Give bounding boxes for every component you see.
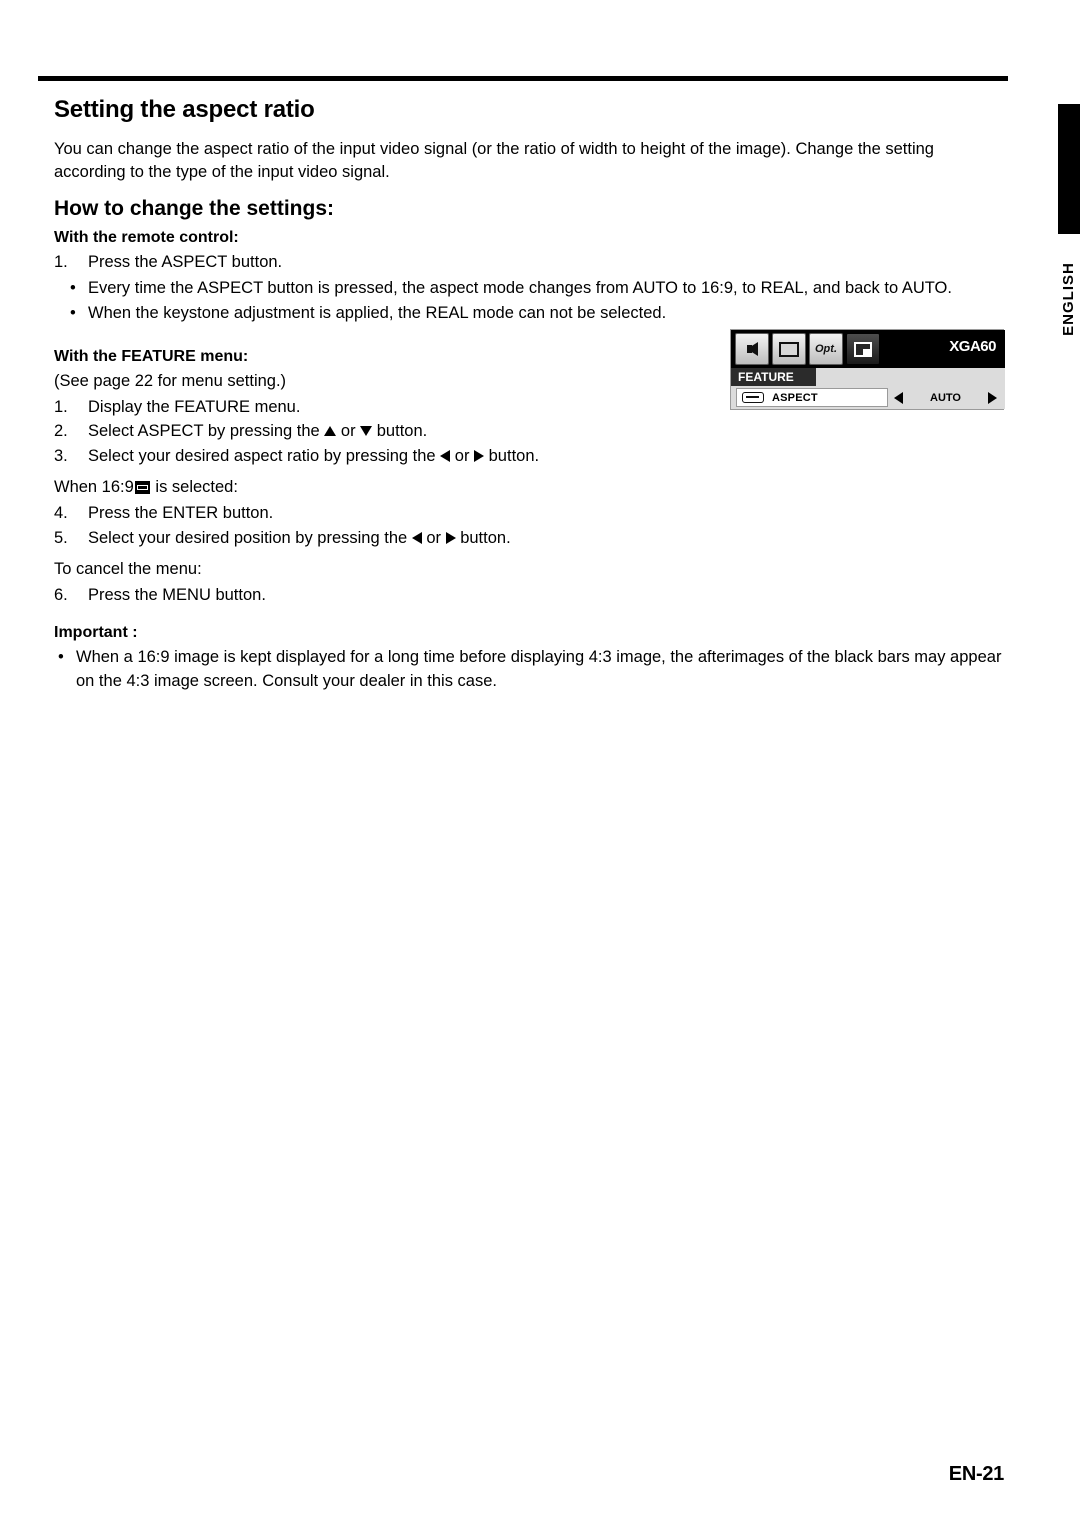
list-item: 4. Press the ENTER button. xyxy=(54,502,1004,526)
remote-control-heading: With the remote control: xyxy=(54,228,239,246)
step-text-mid: or xyxy=(421,529,446,548)
when-169-line: When 16:9 is selected: xyxy=(54,476,1004,500)
osd-toolbar: Opt. XGA60 xyxy=(731,330,1005,368)
list-item: 6. Press the MENU button. xyxy=(54,584,1004,608)
down-arrow-icon xyxy=(360,426,373,437)
left-arrow-icon xyxy=(440,450,451,463)
list-item: 5. Select your desired position by press… xyxy=(54,527,1004,551)
section-subtitle: How to change the settings: xyxy=(54,196,335,220)
language-tab-label: ENGLISH xyxy=(1060,262,1077,336)
osd-aspect-value: AUTO xyxy=(930,391,961,404)
step-number: 2. xyxy=(54,422,68,441)
step-text-before: Select ASPECT by pressing the xyxy=(88,422,325,441)
feature-icon[interactable] xyxy=(846,333,880,365)
osd-signal-label: XGA60 xyxy=(949,338,996,355)
osd-title-row: FEATURE xyxy=(731,368,1005,386)
step-number: 3. xyxy=(54,447,68,466)
manual-page: ENGLISH Setting the aspect ratio You can… xyxy=(0,0,1080,1528)
feature-steps-list-2: 4. Press the ENTER button. 5. Select you… xyxy=(54,502,1004,551)
step-text-mid: or xyxy=(450,447,475,466)
aspect-169-icon xyxy=(134,481,150,495)
step-number: 1. xyxy=(54,252,68,271)
intro-paragraph: You can change the aspect ratio of the i… xyxy=(54,140,934,182)
list-item: 2. Select ASPECT by pressing the or butt… xyxy=(54,420,1004,444)
aspect-icon xyxy=(742,392,764,403)
osd-icon-group: Opt. xyxy=(735,333,880,365)
important-heading: Important : xyxy=(54,623,138,641)
step-text: Press the ENTER button. xyxy=(88,504,274,523)
list-item: 1. Press the ASPECT button. xyxy=(54,251,1004,275)
right-arrow-icon xyxy=(445,531,456,544)
opt-icon-label: Opt. xyxy=(815,343,837,355)
step-number: 4. xyxy=(54,504,68,523)
osd-aspect-value-wrap: AUTO xyxy=(888,391,1005,404)
osd-menu-mock: Opt. XGA60 FEATURE ASPECT AUTO xyxy=(730,329,1005,410)
opt-icon[interactable]: Opt. xyxy=(809,333,843,365)
left-arrow-icon[interactable] xyxy=(894,391,903,404)
page-title: Setting the aspect ratio xyxy=(54,96,315,123)
step-text-mid: or xyxy=(336,422,361,441)
step-number: 6. xyxy=(54,585,68,604)
step-text-after: button. xyxy=(455,529,511,548)
list-item: 3. Select your desired aspect ratio by p… xyxy=(54,445,1004,469)
osd-aspect-label: ASPECT xyxy=(772,391,818,404)
step-text-after: button. xyxy=(372,422,428,441)
step-text-before: Select your desired aspect ratio by pres… xyxy=(88,447,441,466)
remote-bullets-list: Every time the ASPECT button is pressed,… xyxy=(54,277,1004,326)
language-tab-bar xyxy=(1058,104,1080,234)
when-169-before: When 16:9 xyxy=(54,478,134,497)
image-audio-icon[interactable] xyxy=(735,333,769,365)
step-number: 1. xyxy=(54,397,68,416)
up-arrow-icon xyxy=(324,426,337,437)
left-arrow-icon xyxy=(411,531,422,544)
osd-aspect-row[interactable]: ASPECT AUTO xyxy=(731,386,1005,409)
step-text: Display the FEATURE menu. xyxy=(88,397,301,416)
important-bullets-list: When a 16:9 image is kept displayed for … xyxy=(54,646,1004,694)
osd-aspect-label-box: ASPECT xyxy=(736,388,888,407)
image-icon[interactable] xyxy=(772,333,806,365)
remote-steps-list: 1. Press the ASPECT button. xyxy=(54,251,1004,275)
cancel-menu-line: To cancel the menu: xyxy=(54,560,202,579)
list-item: When a 16:9 image is kept displayed for … xyxy=(54,646,1004,694)
right-arrow-icon[interactable] xyxy=(988,391,997,404)
step-text-after: button. xyxy=(484,447,540,466)
step-text: Press the MENU button. xyxy=(88,585,266,604)
list-item: Every time the ASPECT button is pressed,… xyxy=(54,277,1004,301)
right-arrow-icon xyxy=(474,450,485,463)
step-text-before: Select your desired position by pressing… xyxy=(88,529,412,548)
step-number: 5. xyxy=(54,529,68,548)
step-text: Press the ASPECT button. xyxy=(88,252,283,271)
cancel-steps-list: 6. Press the MENU button. xyxy=(54,584,1004,608)
osd-menu-title: FEATURE xyxy=(731,368,816,386)
page-number: EN-21 xyxy=(948,1463,1005,1485)
list-item: When the keystone adjustment is applied,… xyxy=(54,302,1004,326)
header-rule xyxy=(38,76,1008,81)
when-169-after: is selected: xyxy=(155,478,238,497)
